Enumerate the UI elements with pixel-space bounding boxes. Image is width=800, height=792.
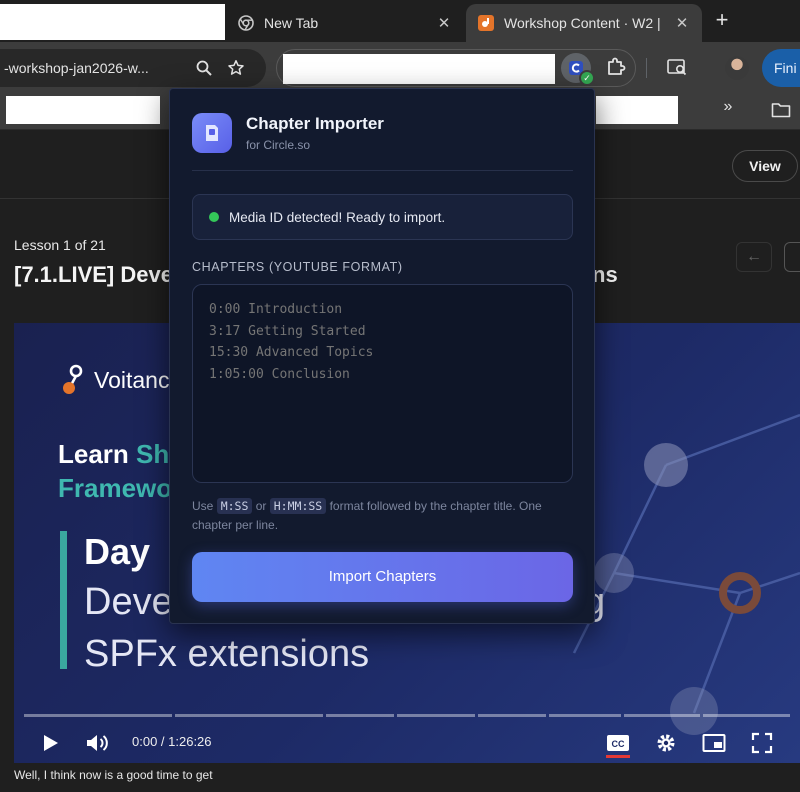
bookmarks-more-icon[interactable]: » <box>716 98 740 116</box>
chrome-icon <box>238 15 254 31</box>
view-button[interactable]: View <box>732 150 798 182</box>
redacted-extensions[interactable] <box>283 54 555 84</box>
divider <box>192 170 573 171</box>
learn-heading: Learn Sh <box>58 439 169 470</box>
brand-name: Voitanc <box>94 366 170 393</box>
volume-icon[interactable] <box>84 729 112 757</box>
video-progress-bar[interactable] <box>24 714 790 717</box>
hint-code: M:SS <box>216 498 253 514</box>
status-banner: Media ID detected! Ready to import. <box>192 194 573 240</box>
chapter-segment[interactable] <box>397 714 475 717</box>
tab-title: New Tab <box>264 15 319 31</box>
chapter-importer-logo-icon <box>192 113 232 153</box>
popup-title: Chapter Importer <box>246 114 384 133</box>
address-bar[interactable]: -workshop-jan2026-w... <box>0 49 266 87</box>
play-icon[interactable] <box>36 729 64 757</box>
toolbar-divider <box>646 58 647 78</box>
status-text: Media ID detected! Ready to import. <box>229 209 446 225</box>
tab-new-tab[interactable]: New Tab ✕ <box>226 4 464 42</box>
redacted-bookmark[interactable] <box>596 96 678 124</box>
day-heading: Day <box>84 531 151 572</box>
lesson-title-tail: ns <box>592 262 618 287</box>
puzzle-extensions-icon[interactable] <box>603 56 627 80</box>
status-dot-icon <box>209 212 219 222</box>
extensions-bar: ✓ <box>276 49 636 87</box>
toolbar: -workshop-jan2026-w... ✓ Fini <box>0 42 800 92</box>
redacted-bookmark[interactable] <box>6 96 160 124</box>
settings-gear-icon[interactable] <box>652 729 680 757</box>
lesson-count: Lesson 1 of 21 <box>14 237 106 253</box>
folder-icon[interactable] <box>770 99 792 121</box>
captions-active-indicator <box>606 755 630 758</box>
fullscreen-icon[interactable] <box>748 729 776 757</box>
popup-subtitle: for Circle.so <box>246 138 311 152</box>
chapters-label: CHAPTERS (YOUTUBE FORMAT) <box>192 260 403 274</box>
chapter-importer-extension-button[interactable]: ✓ <box>561 53 595 86</box>
chapter-segment[interactable] <box>24 714 172 717</box>
import-chapters-button[interactable]: Import Chapters <box>192 552 573 602</box>
chapters-input[interactable] <box>192 284 573 483</box>
close-icon[interactable]: ✕ <box>432 14 456 32</box>
chapter-segment[interactable] <box>624 714 700 717</box>
chapter-segment[interactable] <box>175 714 323 717</box>
chapter-segment[interactable] <box>703 714 790 717</box>
lesson-title: [7.1.LIVE] Deve <box>14 262 173 287</box>
closed-captions-icon[interactable]: CC <box>604 729 632 757</box>
tab-search-icon[interactable] <box>665 55 689 79</box>
chapter-importer-popup: Chapter Importer for Circle.so Media ID … <box>169 88 595 624</box>
video-controls: 0:00 / 1:26:26 CC <box>14 721 800 763</box>
tab-strip: New Tab ✕ Workshop Content · W2 | ✕ + <box>0 0 800 42</box>
format-hint: Use M:SS or H:MM:SS format followed by t… <box>192 497 573 535</box>
transcript-caption: Well, I think now is a good time to get <box>14 768 213 782</box>
hint-text: Use <box>192 499 214 513</box>
zoom-search-icon[interactable] <box>190 54 218 82</box>
tab-title: Workshop Content · W2 | <box>504 15 661 31</box>
hint-text: or <box>255 499 267 513</box>
accent-bar <box>60 531 67 669</box>
redacted-tab[interactable] <box>0 4 225 40</box>
chapter-segment[interactable] <box>478 714 546 717</box>
voitanos-brand: Voitanc <box>62 363 169 397</box>
tab-workshop-content[interactable]: Workshop Content · W2 | ✕ <box>466 4 702 42</box>
hint-code: H:MM:SS <box>269 498 327 514</box>
chapter-segment[interactable] <box>326 714 394 717</box>
finish-update-button[interactable]: Fini <box>762 49 800 87</box>
profile-avatar[interactable] <box>725 56 749 80</box>
popup-header: Chapter Importer for Circle.so <box>192 111 384 155</box>
chapter-segment[interactable] <box>549 714 621 717</box>
star-bookmark-icon[interactable] <box>222 54 250 82</box>
learn-prefix: Learn <box>58 439 137 469</box>
pin-logo-icon <box>63 364 83 394</box>
miniplayer-icon[interactable] <box>700 729 728 757</box>
previous-lesson-button[interactable]: ← <box>736 242 772 272</box>
next-lesson-button[interactable] <box>784 242 800 272</box>
develop-text: Deve <box>84 581 173 623</box>
circle-favicon-icon <box>478 15 494 31</box>
video-time: 0:00 / 1:26:26 <box>132 734 212 749</box>
svg-text:CC: CC <box>612 739 625 749</box>
learn-highlight: Sh <box>136 439 170 469</box>
url-text[interactable]: -workshop-jan2026-w... <box>0 60 186 76</box>
close-icon[interactable]: ✕ <box>670 14 694 32</box>
framework-heading: Framewo <box>58 473 173 503</box>
new-tab-button[interactable]: + <box>710 8 734 32</box>
spfx-text: SPFx extensions <box>84 633 370 675</box>
check-badge-icon: ✓ <box>579 70 595 86</box>
